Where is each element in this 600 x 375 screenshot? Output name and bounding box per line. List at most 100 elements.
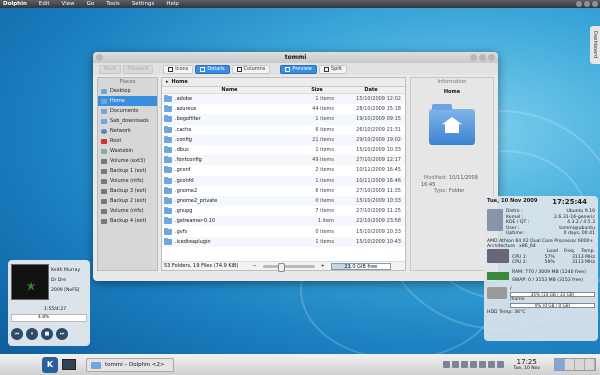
- stop-icon[interactable]: ■: [41, 328, 53, 340]
- menu-settings[interactable]: Settings: [126, 1, 161, 7]
- file-row[interactable]: .gstreamer-0.10 1 item 22/10/2009 23:58: [162, 216, 405, 227]
- swap-usage: SWAP: 0 / 3153 MB (3153 free): [512, 277, 584, 283]
- file-row[interactable]: .fontconfig 49 items 27/10/2009 12:17: [162, 155, 405, 166]
- home-folder-icon: [429, 104, 475, 145]
- show-desktop-icon[interactable]: [62, 359, 76, 370]
- dashboard-tab[interactable]: Dashboard: [590, 26, 600, 64]
- file-row[interactable]: .gnupg 7 items 27/10/2009 11:25: [162, 206, 405, 216]
- app-menu[interactable]: Dolphin: [0, 1, 33, 7]
- file-size: 49 items: [312, 157, 334, 164]
- folder-icon: [164, 237, 172, 245]
- file-row[interactable]: .gconfd 1 items 10/11/2009 16:46: [162, 175, 405, 186]
- pause-icon[interactable]: ⏸: [26, 328, 38, 340]
- file-row[interactable]: .cache 6 items 26/10/2009 21:31: [162, 125, 405, 135]
- places-item-label: Desktop: [110, 88, 131, 94]
- icons-view-button[interactable]: Icons: [163, 64, 194, 74]
- places-item[interactable]: Volume (ext3): [98, 156, 157, 166]
- preview-button[interactable]: Preview: [280, 64, 317, 74]
- menu-view[interactable]: View: [56, 1, 81, 7]
- maximize-button[interactable]: [584, 1, 590, 7]
- volume-icon[interactable]: [487, 361, 495, 368]
- previous-icon[interactable]: ⏮: [11, 328, 23, 340]
- file-name: .adobe: [175, 96, 193, 103]
- places-item[interactable]: Root: [98, 136, 157, 146]
- menu-tools[interactable]: Tools: [100, 1, 126, 7]
- tray-app-icon[interactable]: [460, 361, 468, 368]
- file-row[interactable]: .icedteaplugin 1 items 15/10/2009 10:43: [162, 236, 405, 247]
- seek-bar[interactable]: 4.8%: [11, 314, 87, 322]
- next-icon[interactable]: ⏭: [56, 328, 68, 340]
- window-menu-icon[interactable]: [96, 54, 103, 61]
- maximize-button[interactable]: [479, 54, 486, 61]
- places-item[interactable]: Sab_downloads: [98, 116, 157, 126]
- forward-button[interactable]: Forward: [123, 64, 154, 74]
- places-item[interactable]: Volume (ntfs): [98, 206, 157, 216]
- file-row[interactable]: .gvfs 0 items 15/10/2009 10:33: [162, 226, 405, 236]
- file-row[interactable]: .dbus 1 items 15/10/2009 10:33: [162, 145, 405, 155]
- file-row[interactable]: .gnome2_private 0 items 15/10/2009 10:33: [162, 195, 405, 207]
- information-panel: Information Home Modified: 10/11/2009 16:…: [410, 77, 494, 271]
- tray-app-icon[interactable]: [442, 361, 450, 368]
- menu-go[interactable]: Go: [81, 1, 101, 7]
- track-album: Dr Dre: [51, 278, 67, 283]
- places-item[interactable]: Network: [98, 126, 157, 136]
- menu-bar: Dolphin Edit View Go Tools Settings Help: [0, 0, 600, 8]
- close-button[interactable]: [592, 1, 598, 7]
- file-row[interactable]: .gconf 2 items 10/11/2009 16:45: [162, 165, 405, 175]
- split-button[interactable]: Split: [318, 64, 347, 74]
- file-size: 0 items: [315, 228, 334, 235]
- minimize-button[interactable]: [576, 1, 582, 7]
- disk-home-bar: 0% (0 GB / 0 GB): [510, 302, 595, 308]
- file-row[interactable]: .adobe 1 items 15/10/2009 12:02: [162, 94, 405, 105]
- file-size: 1 items: [315, 177, 334, 184]
- file-name: .bogofilter: [175, 116, 201, 123]
- column-size[interactable]: Size: [297, 87, 337, 93]
- places-item-label: Documents: [110, 108, 139, 114]
- tray-app-icon[interactable]: [469, 361, 477, 368]
- task-dolphin[interactable]: tommi – Dolphin <2>: [86, 357, 174, 372]
- drive-icon: [101, 218, 107, 224]
- album-cover: [11, 264, 49, 300]
- zoom-in-icon[interactable]: +: [321, 263, 325, 269]
- places-item[interactable]: Home: [98, 96, 157, 106]
- zoom-out-icon[interactable]: −: [252, 263, 256, 269]
- breadcrumb[interactable]: ▸ Home: [162, 78, 405, 87]
- places-item[interactable]: Backup 2 (ext): [98, 196, 157, 206]
- tray-app-icon[interactable]: [478, 361, 486, 368]
- minimize-button[interactable]: [470, 54, 477, 61]
- file-name: .gvfs: [175, 228, 188, 235]
- hdd-icon: [487, 286, 507, 299]
- network-icon[interactable]: [496, 361, 504, 368]
- ram-icon: [487, 272, 509, 280]
- taskbar-clock[interactable]: 17:25 Tue, 10 Nov: [514, 358, 541, 371]
- file-size: 6 items: [315, 187, 334, 194]
- back-button[interactable]: Back: [99, 64, 122, 74]
- folder-icon: [101, 108, 107, 114]
- places-item[interactable]: Backup 3 (ext): [98, 186, 157, 196]
- places-item[interactable]: Wastebin: [98, 146, 157, 156]
- desktop-pager[interactable]: [554, 358, 596, 371]
- file-row[interactable]: .config 21 items 29/10/2009 19:02: [162, 134, 405, 145]
- places-item[interactable]: Backup 1 (ext): [98, 166, 157, 176]
- file-row[interactable]: .icons0 items27/10/2009 11:34: [162, 247, 405, 248]
- file-row[interactable]: .bogofilter 1 items 19/10/2009 09:15: [162, 114, 405, 125]
- places-item[interactable]: Volume (ntfs): [98, 176, 157, 186]
- file-row[interactable]: .azureus 44 items 28/10/2009 15:18: [162, 104, 405, 114]
- zoom-slider[interactable]: [262, 262, 315, 272]
- folder-icon: [101, 118, 107, 124]
- places-item[interactable]: Desktop: [98, 86, 157, 96]
- column-date[interactable]: Date: [337, 87, 405, 93]
- close-button[interactable]: [488, 54, 495, 61]
- columns-view-button[interactable]: Columns: [231, 64, 271, 74]
- file-row[interactable]: .gnome2 6 items 27/10/2009 11:35: [162, 186, 405, 196]
- places-item[interactable]: Backup 4 (ext): [98, 216, 157, 226]
- menu-help[interactable]: Help: [160, 1, 185, 7]
- details-view-button[interactable]: Details: [195, 64, 230, 74]
- menu-edit[interactable]: Edit: [33, 1, 56, 7]
- places-item-label: Backup 3 (ext): [110, 188, 147, 194]
- tray-app-icon[interactable]: [451, 361, 459, 368]
- kickoff-menu-button[interactable]: K: [42, 356, 58, 373]
- column-name[interactable]: Name: [162, 87, 297, 93]
- window-titlebar[interactable]: tommi: [93, 52, 498, 63]
- places-item[interactable]: Documents: [98, 106, 157, 116]
